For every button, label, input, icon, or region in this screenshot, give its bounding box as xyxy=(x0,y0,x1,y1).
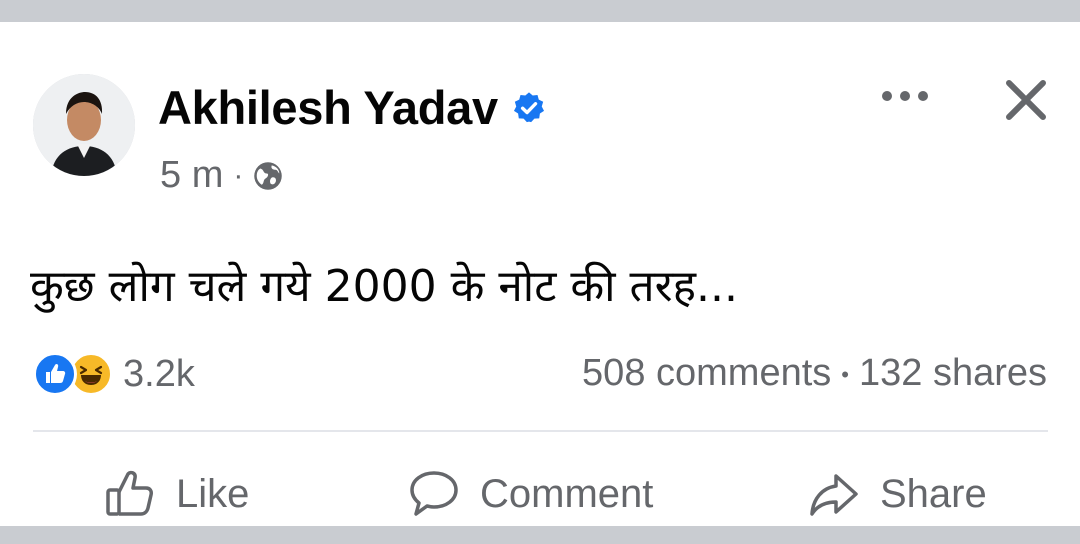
engagement-stats: 508 comments • 132 shares xyxy=(582,352,1047,395)
comments-count[interactable]: 508 comments xyxy=(582,352,831,394)
post-card: Akhilesh Yadav 5 m · कुछ लोग चले गये 200… xyxy=(0,22,1080,526)
post-time[interactable]: 5 m xyxy=(160,154,223,197)
divider xyxy=(33,430,1048,432)
share-button[interactable]: Share xyxy=(808,462,987,526)
avatar-image xyxy=(33,74,135,176)
close-icon[interactable] xyxy=(1003,77,1049,123)
more-options-icon[interactable] xyxy=(880,84,930,108)
like-reaction-icon xyxy=(33,352,77,396)
avatar[interactable] xyxy=(33,74,135,176)
thumbs-up-icon xyxy=(106,470,153,516)
verified-badge-icon xyxy=(513,91,544,122)
author-name[interactable]: Akhilesh Yadav xyxy=(158,80,498,135)
globe-icon xyxy=(254,161,283,190)
like-label: Like xyxy=(176,471,250,516)
reactions-summary[interactable]: 3.2k xyxy=(33,352,195,396)
share-arrow-icon xyxy=(810,474,858,516)
shares-count[interactable]: 132 shares xyxy=(859,352,1047,394)
author-name-row: Akhilesh Yadav xyxy=(158,80,546,135)
reaction-count[interactable]: 3.2k xyxy=(123,353,195,396)
comment-bubble-icon xyxy=(410,471,458,516)
comment-button[interactable]: Comment xyxy=(408,462,653,526)
post-meta: 5 m · xyxy=(160,154,283,197)
meta-separator: · xyxy=(233,158,244,192)
share-label: Share xyxy=(880,471,987,516)
comment-label: Comment xyxy=(480,471,654,516)
like-button[interactable]: Like xyxy=(104,462,249,526)
post-text: कुछ लोग चले गये 2000 के नोट की तरह... xyxy=(30,261,738,312)
stats-separator: • xyxy=(841,361,849,387)
